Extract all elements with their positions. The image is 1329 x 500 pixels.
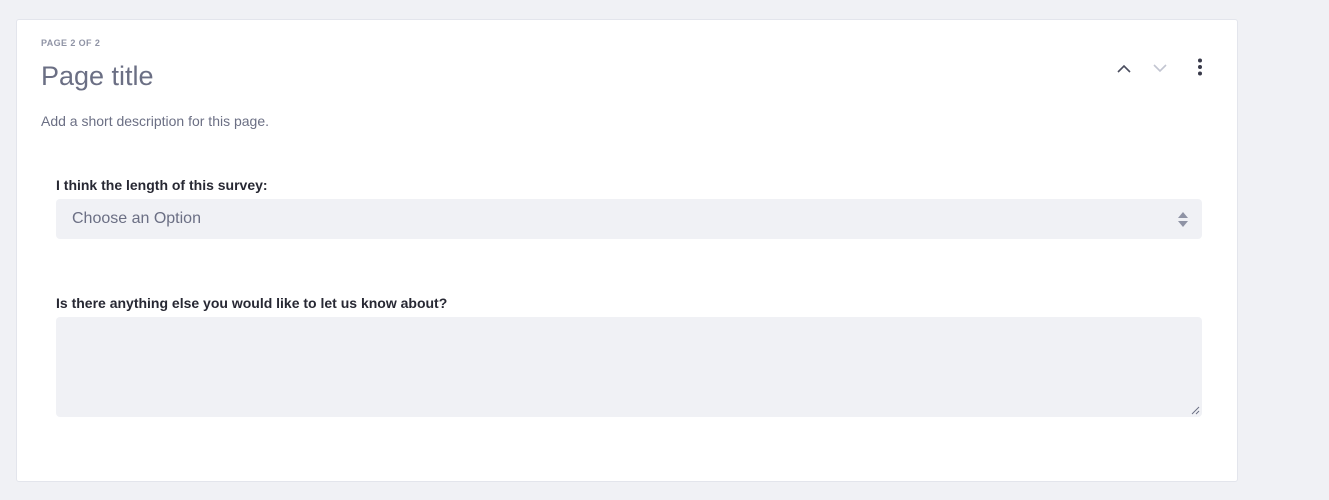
- comments-field: Is there anything else you would like to…: [56, 295, 1202, 417]
- move-page-up-button[interactable]: [1112, 56, 1136, 80]
- sort-arrows-icon: [1178, 212, 1188, 227]
- survey-length-field: I think the length of this survey: Choos…: [56, 177, 1202, 239]
- comments-textarea[interactable]: [56, 317, 1202, 417]
- resize-handle-icon[interactable]: [1191, 406, 1200, 415]
- survey-page-card: PAGE 2 OF 2 Page title Add a short descr…: [16, 19, 1238, 482]
- chevron-up-icon: [1117, 64, 1131, 73]
- survey-length-select[interactable]: Choose an Option: [56, 199, 1202, 239]
- vertical-ellipsis-icon: [1198, 58, 1202, 76]
- select-placeholder: Choose an Option: [72, 210, 201, 227]
- page-title[interactable]: Page title: [41, 60, 154, 92]
- move-page-down-button[interactable]: [1148, 56, 1172, 80]
- survey-length-label: I think the length of this survey:: [56, 177, 268, 193]
- comments-label: Is there anything else you would like to…: [56, 295, 448, 311]
- page-options-button[interactable]: [1188, 55, 1212, 79]
- page-indicator: PAGE 2 OF 2: [41, 38, 101, 48]
- chevron-down-icon: [1153, 63, 1167, 72]
- page-description[interactable]: Add a short description for this page.: [41, 113, 269, 129]
